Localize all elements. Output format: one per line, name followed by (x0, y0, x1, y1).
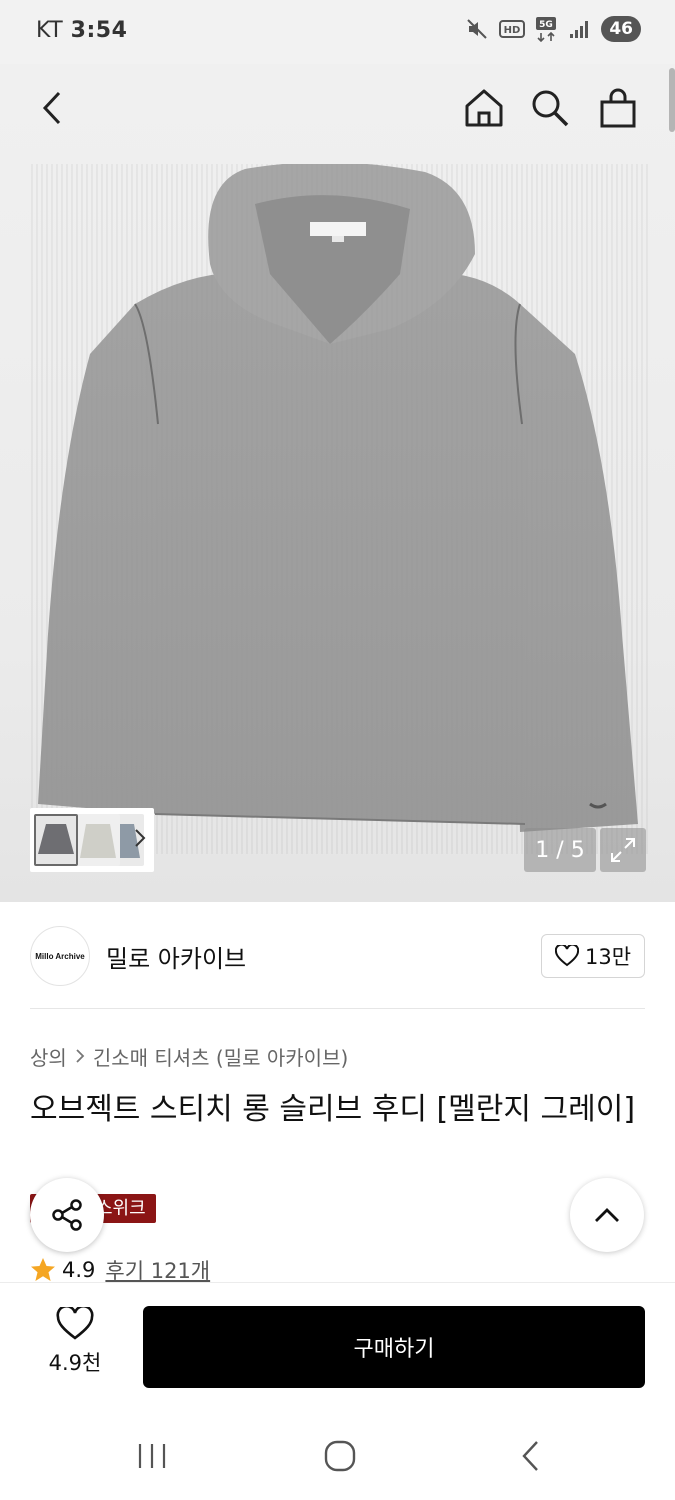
status-bar: KT 3:54 HD 5G 46 (0, 0, 675, 64)
breadcrumb-category[interactable]: 상의 (30, 1042, 67, 1071)
star-icon (31, 1258, 55, 1281)
system-back-button[interactable] (500, 1434, 560, 1478)
product-image[interactable] (30, 164, 650, 854)
mute-icon (465, 17, 489, 41)
breadcrumb: 상의 긴소매 티셔츠 (밀로 아카이브) (30, 1042, 348, 1071)
brand-like-count: 13만 (584, 945, 632, 969)
review-link[interactable]: 후기 121개 (105, 1255, 210, 1285)
heart-icon (554, 945, 579, 967)
brand-name[interactable]: 밀로 아카이브 (106, 939, 246, 974)
search-button[interactable] (520, 78, 580, 138)
thumbnail-1[interactable] (34, 814, 78, 866)
chevron-right-icon (75, 1045, 85, 1069)
brand-row: Millo Archive 밀로 아카이브 13만 (30, 926, 645, 986)
product-title: 오브젝트 스티치 롱 슬리브 후디 [멜란지 그레이] (30, 1092, 636, 1127)
carrier-label: KT (36, 18, 64, 43)
recent-apps-button[interactable] (122, 1434, 182, 1478)
home-icon (465, 89, 503, 127)
rating-row: 4.9 후기 121개 (30, 1255, 210, 1285)
hd-icon: HD (499, 18, 526, 40)
divider (30, 1008, 645, 1009)
svg-text:5G: 5G (540, 20, 554, 30)
wishlist-count: 4.9천 (48, 1351, 102, 1375)
heart-icon (56, 1307, 94, 1340)
system-navigation-bar (0, 1410, 675, 1500)
share-icon (52, 1199, 82, 1231)
shopping-bag-button[interactable] (588, 78, 648, 138)
brand-logo[interactable]: Millo Archive (30, 926, 90, 986)
network-5g-icon: 5G (535, 16, 559, 42)
brand-like-button[interactable]: 13만 (541, 934, 645, 978)
bottom-action-bar: 4.9천 구매하기 (0, 1282, 675, 1410)
search-icon (532, 90, 569, 127)
scroll-to-top-button[interactable] (570, 1178, 644, 1252)
chevron-left-icon (42, 91, 61, 125)
system-home-button[interactable] (310, 1434, 370, 1478)
home-circle-icon (324, 1440, 356, 1472)
buy-button[interactable]: 구매하기 (143, 1306, 645, 1388)
breadcrumb-subcategory[interactable]: 긴소매 티셔츠 (밀로 아카이브) (93, 1042, 348, 1071)
back-button[interactable] (22, 78, 82, 138)
fullscreen-button[interactable] (600, 828, 646, 872)
rating-value: 4.9 (62, 1258, 96, 1282)
shopping-bag-icon (600, 88, 636, 128)
product-gallery[interactable]: 1 / 5 (0, 64, 675, 902)
thumbnail-strip[interactable] (30, 808, 154, 872)
chevron-up-icon (595, 1208, 619, 1222)
scrollbar[interactable] (669, 68, 675, 132)
signal-icon (569, 19, 591, 39)
svg-text:HD: HD (504, 25, 521, 36)
thumbnail-2[interactable] (76, 814, 120, 866)
share-button[interactable] (30, 1178, 104, 1252)
chevron-left-icon (522, 1441, 538, 1471)
chevron-right-icon[interactable] (134, 828, 146, 852)
recents-icon (138, 1444, 166, 1468)
home-button[interactable] (454, 78, 514, 138)
clock: 3:54 (70, 18, 128, 43)
image-page-counter: 1 / 5 (524, 828, 596, 872)
battery-indicator: 46 (601, 16, 641, 42)
expand-icon (611, 838, 635, 862)
wishlist-button[interactable]: 4.9천 (30, 1307, 120, 1387)
